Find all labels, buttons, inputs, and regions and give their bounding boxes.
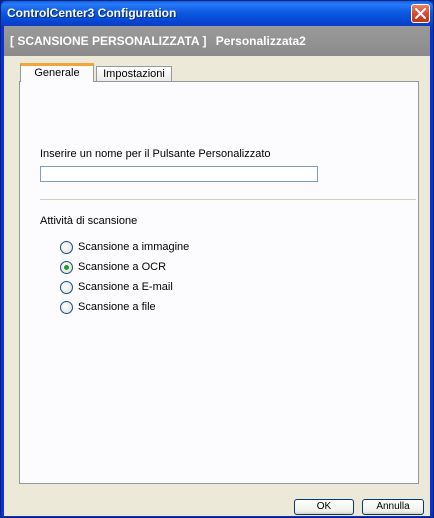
- tab-panel-generale: Inserire un nome per il Pulsante Persona…: [19, 81, 419, 484]
- cancel-button[interactable]: Annulla: [362, 499, 424, 515]
- radio-label: Scansione a OCR: [78, 261, 167, 273]
- window-client-area: [ SCANSIONE PERSONALIZZATA ] Personalizz…: [4, 26, 430, 516]
- radio-label: Scansione a E-mail: [78, 281, 173, 293]
- scan-activity-label: Attività di scansione: [40, 215, 138, 227]
- radio-button[interactable]: [60, 261, 73, 274]
- separator: [40, 199, 416, 200]
- tab-generale[interactable]: Generale: [20, 63, 94, 82]
- ok-button[interactable]: OK: [294, 499, 354, 515]
- tab-impostazioni[interactable]: Impostazioni: [96, 66, 172, 81]
- radio-button[interactable]: [60, 241, 73, 254]
- name-field-label: Inserire un nome per il Pulsante Persona…: [40, 148, 271, 160]
- radio-selected-dot: [64, 265, 69, 270]
- close-button[interactable]: [411, 4, 430, 23]
- button-name-input[interactable]: [40, 166, 318, 182]
- section-header: [ SCANSIONE PERSONALIZZATA ] Personalizz…: [4, 26, 430, 56]
- button-name-title: Personalizzata2: [215, 34, 306, 48]
- window-title: ControlCenter3 Configuration: [7, 6, 177, 20]
- section-title: [ SCANSIONE PERSONALIZZATA ]: [10, 34, 207, 48]
- title-bar[interactable]: ControlCenter3 Configuration: [1, 1, 433, 26]
- radio-button[interactable]: [60, 281, 73, 294]
- radio-button[interactable]: [60, 301, 73, 314]
- radio-label: Scansione a file: [78, 301, 156, 313]
- config-window: ControlCenter3 Configuration [ SCANSIONE…: [0, 0, 434, 518]
- close-icon: [415, 8, 426, 19]
- radio-label: Scansione a immagine: [78, 241, 190, 253]
